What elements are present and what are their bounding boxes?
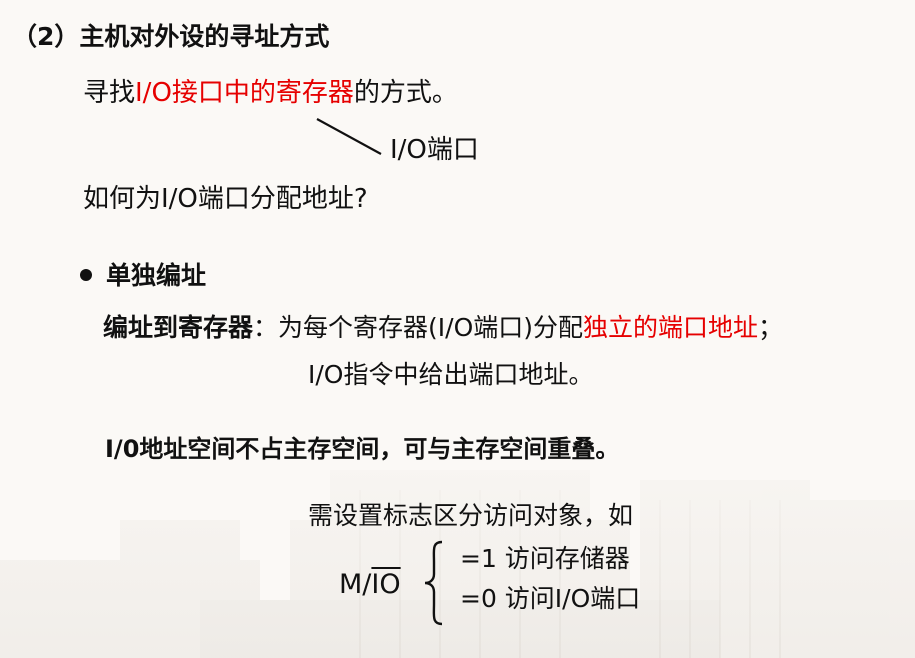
addressing-label: 编址到寄存器 (103, 313, 254, 342)
left-brace-icon (424, 540, 443, 626)
mio-case-zero: =0 访问I/O端口 (460, 584, 641, 613)
addressing-highlight: 独立的端口地址 (583, 313, 759, 342)
addressing-line-2: I/O指令中给出端口地址。 (308, 360, 594, 389)
mio-prefix: M/ (339, 569, 372, 600)
addressing-colon: ： (253, 313, 279, 342)
io-space-note: I/0地址空间不占主存空间，可与主存空间重叠。 (105, 435, 620, 463)
definition-line: 寻找I/O接口中的寄存器的方式。 (83, 80, 458, 106)
slide-title: （2）主机对外设的寻址方式 (12, 22, 330, 51)
addressing-end: ； (758, 313, 784, 342)
mio-signal-label: M/IO (339, 571, 401, 598)
pointer-line (316, 118, 382, 155)
definition-prefix: 寻找 (83, 78, 136, 108)
flag-intro: 需设置标志区分访问对象，如 (308, 501, 634, 530)
io-port-note: I/O端口 (390, 135, 479, 165)
bullet-label: 单独编址 (106, 261, 207, 290)
mio-case-one: =1 访问存储器 (460, 544, 630, 573)
addressing-line: 编址到寄存器：为每个寄存器(I/O端口)分配独立的端口地址； (103, 315, 783, 340)
definition-highlight: I/O接口中的寄存器 (135, 78, 354, 108)
definition-suffix: 的方式。 (353, 78, 458, 108)
slide-content: （2）主机对外设的寻址方式 寻找I/O接口中的寄存器的方式。 I/O端口 如何为… (0, 0, 915, 658)
mio-overlined: IO (371, 569, 401, 600)
bullet-item: 单独编址 (80, 263, 206, 288)
bullet-dot-icon (80, 269, 92, 281)
question-line: 如何为I/O端口分配地址? (83, 184, 368, 214)
addressing-text: 为每个寄存器(I/O端口)分配 (278, 313, 584, 342)
